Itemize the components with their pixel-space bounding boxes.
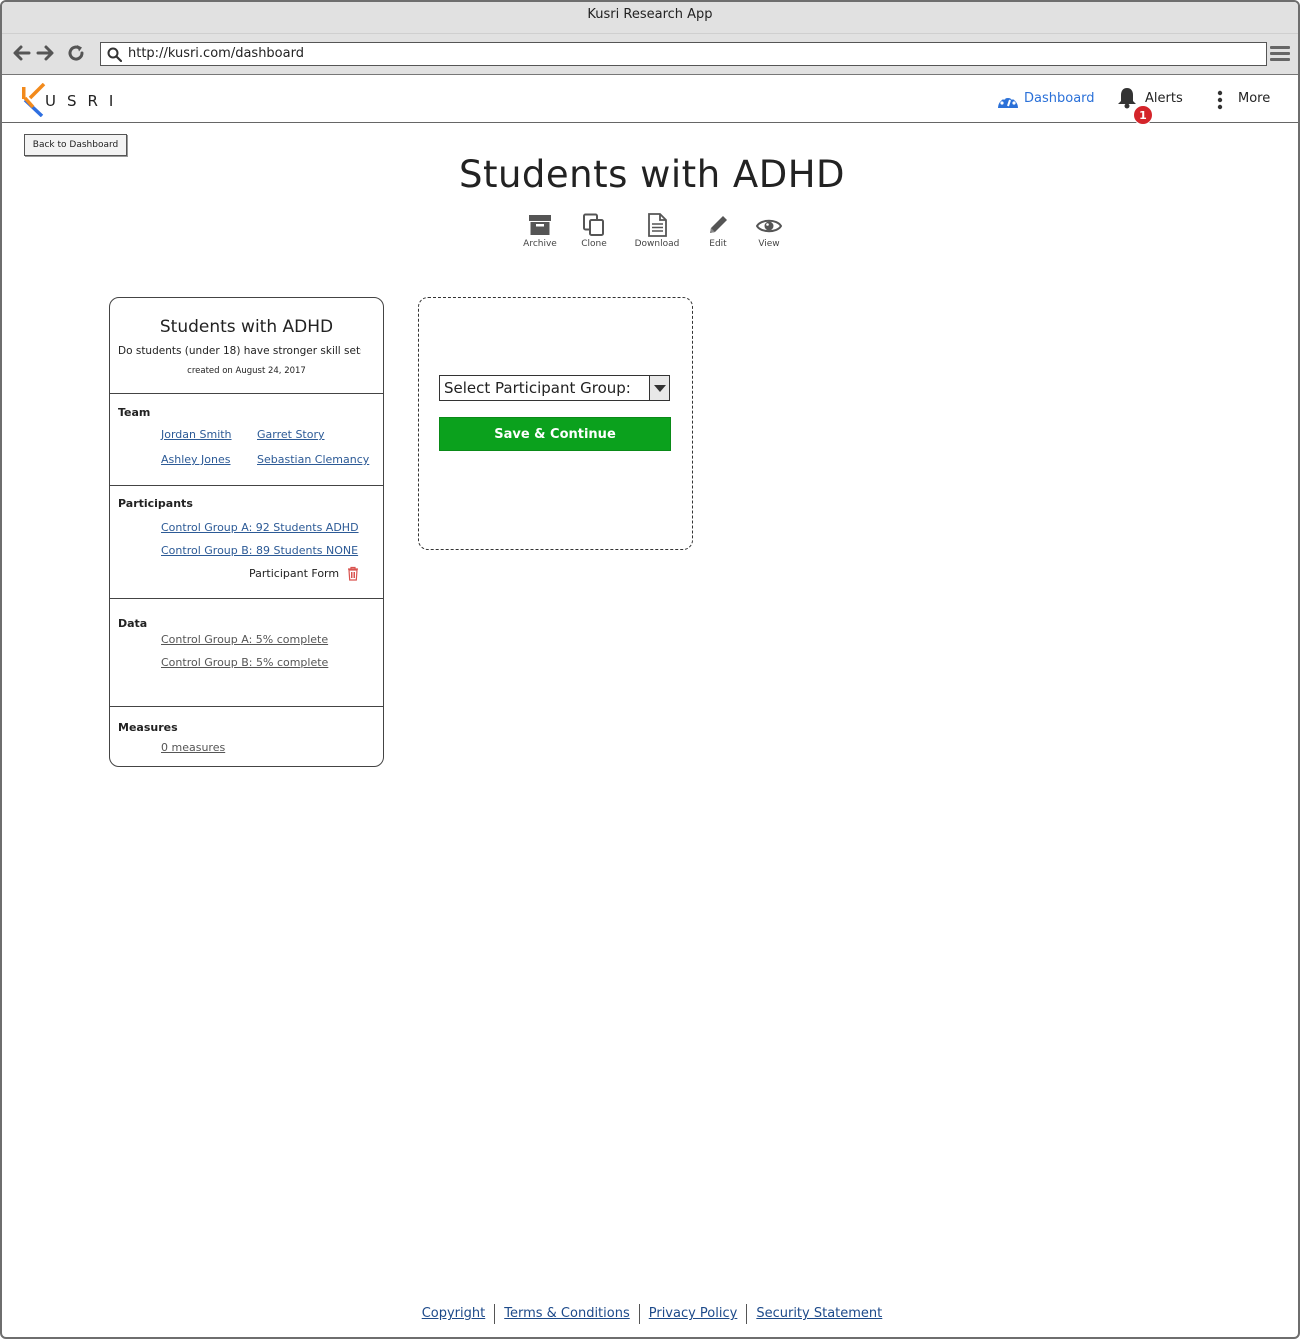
download-label: Download	[634, 239, 680, 249]
footer-link-copyright[interactable]: Copyright	[413, 1304, 495, 1324]
browser-window: Kusri Research App http://kusri.com/dash…	[0, 0, 1300, 1339]
footer-link-security[interactable]: Security Statement	[747, 1304, 891, 1324]
card-title: Students with ADHD	[159, 317, 334, 337]
dashboard-gauge-icon	[998, 94, 1018, 108]
view-label: View	[758, 239, 780, 249]
alerts-count-badge: 1	[1133, 105, 1153, 125]
data-section: Data Control Group A: 5% complete Contro…	[110, 599, 383, 707]
participant-group-link[interactable]: Control Group A: 92 Students ADHD	[161, 521, 359, 534]
window-title: Kusri Research App	[587, 7, 713, 22]
data-progress-link[interactable]: Control Group A: 5% complete	[161, 633, 328, 646]
study-summary-card: Students with ADHD Do students (under 18…	[109, 297, 384, 767]
url-field[interactable]: http://kusri.com/dashboard	[100, 42, 1267, 66]
bell-icon	[1118, 88, 1136, 109]
measures-link[interactable]: 0 measures	[161, 741, 225, 754]
nav-more[interactable]: More	[1217, 90, 1271, 110]
archive-action[interactable]: Archive	[510, 213, 570, 249]
window-titlebar: Kusri Research App	[2, 2, 1298, 34]
nav-dashboard[interactable]: Dashboard	[996, 90, 1095, 108]
view-action[interactable]: View	[739, 213, 799, 249]
participant-group-select[interactable]: Select Participant Group:	[439, 375, 670, 401]
archive-icon	[529, 215, 551, 235]
data-progress-link[interactable]: Control Group B: 5% complete	[161, 656, 328, 669]
card-created-date: created on August 24, 2017	[187, 366, 306, 376]
participant-group-select-value: Select Participant Group:	[444, 379, 631, 397]
team-member-link[interactable]: Sebastian Clemancy	[257, 453, 369, 466]
team-section: Team Jordan Smith Garret Story Ashley Jo…	[110, 394, 383, 486]
measures-section: Measures 0 measures	[110, 707, 383, 768]
footer-link-privacy[interactable]: Privacy Policy	[640, 1304, 747, 1324]
team-member-link[interactable]: Jordan Smith	[161, 428, 232, 441]
data-title: Data	[118, 617, 148, 630]
participants-section: Participants Control Group A: 92 Student…	[110, 486, 383, 599]
nav-alerts-label: Alerts	[1145, 91, 1183, 106]
pencil-icon	[710, 216, 727, 233]
search-icon	[107, 47, 123, 63]
nav-alerts[interactable]: Alerts	[1118, 88, 1183, 109]
logo-text: USRI	[45, 92, 125, 110]
footer: Copyright Terms & Conditions Privacy Polic…	[2, 1304, 1298, 1326]
participant-group-link[interactable]: Control Group B: 89 Students NONE	[161, 544, 358, 557]
url-text: http://kusri.com/dashboard	[128, 46, 304, 61]
card-header: Students with ADHD Do students (under 18…	[110, 298, 383, 394]
kusri-logo[interactable]: USRI	[20, 83, 120, 117]
chevron-down-icon[interactable]	[649, 376, 669, 400]
trash-icon[interactable]	[347, 566, 359, 585]
clone-label: Clone	[581, 239, 607, 249]
archive-label: Archive	[523, 239, 557, 249]
measures-title: Measures	[118, 721, 178, 734]
participant-group-panel: Select Participant Group: Save & Continu…	[418, 297, 693, 550]
save-continue-button[interactable]: Save & Continue	[439, 417, 671, 451]
team-title: Team	[118, 406, 151, 419]
browser-menu-icon[interactable]	[1270, 46, 1290, 62]
team-member-link[interactable]: Garret Story	[257, 428, 325, 441]
team-member-link[interactable]: Ashley Jones	[161, 453, 231, 466]
participant-form-label[interactable]: Participant Form	[249, 567, 339, 580]
forward-arrow-icon[interactable]	[35, 43, 57, 65]
reload-icon[interactable]	[65, 43, 87, 65]
browser-toolbar: http://kusri.com/dashboard	[2, 34, 1298, 75]
clone-icon	[583, 213, 604, 236]
clone-action[interactable]: Clone	[564, 213, 624, 249]
back-arrow-icon[interactable]	[10, 43, 32, 65]
download-action[interactable]: Download	[627, 213, 687, 249]
page-title: Students with ADHD	[458, 153, 846, 196]
nav-more-label: More	[1238, 91, 1271, 106]
footer-link-terms[interactable]: Terms & Conditions	[495, 1304, 639, 1324]
document-icon	[648, 213, 667, 237]
more-vertical-icon	[1217, 90, 1223, 110]
card-description: Do students (under 18) have stronger ski…	[118, 345, 361, 357]
app-header: USRI Dashboard Alerts More	[2, 75, 1298, 123]
participants-title: Participants	[118, 497, 193, 510]
eye-icon	[756, 219, 782, 233]
nav-dashboard-label: Dashboard	[1024, 91, 1095, 106]
